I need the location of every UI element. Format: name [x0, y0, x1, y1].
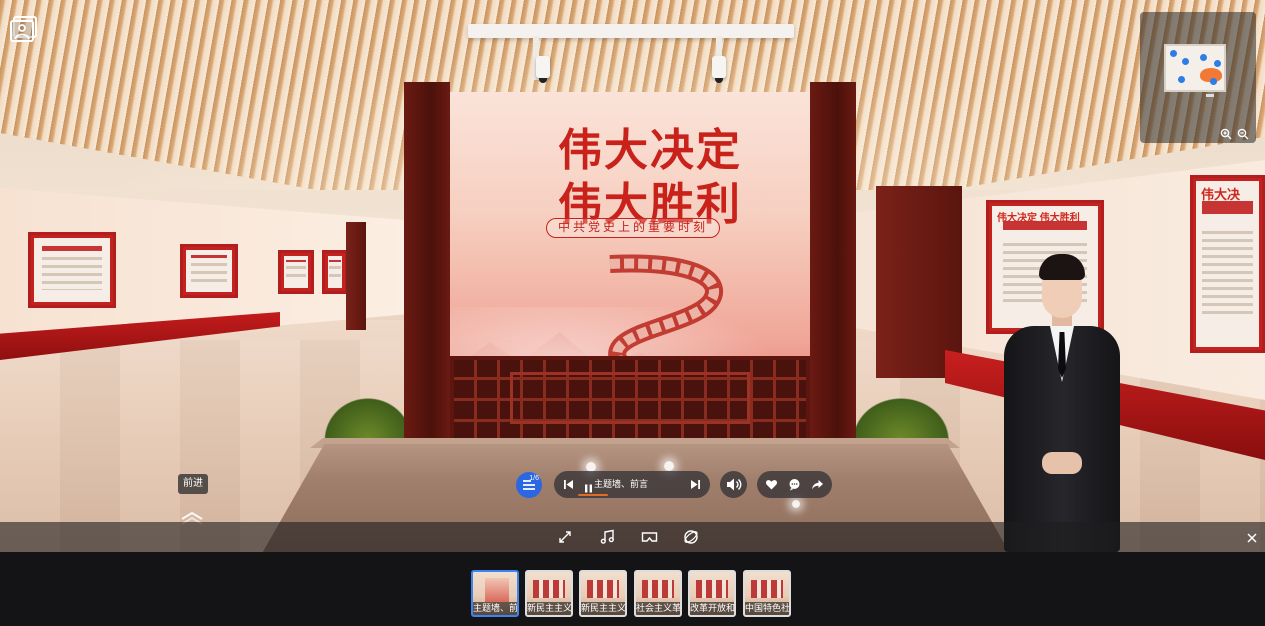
- comment-button[interactable]: [788, 478, 801, 491]
- thumbnail-caption: 新民主主义...: [527, 602, 571, 615]
- skip-forward-icon: [691, 480, 700, 489]
- thumbnail-caption: 主题墙、前言: [473, 602, 517, 615]
- exhibit-panel-title: 伟大决定 伟大胜利: [997, 213, 1080, 224]
- like-button[interactable]: [765, 478, 778, 491]
- thumbnail-caption: 改革开放和...: [690, 602, 734, 615]
- fullscreen-button[interactable]: [558, 530, 572, 544]
- next-track-button[interactable]: [689, 478, 702, 491]
- photo-album-button[interactable]: [8, 12, 40, 44]
- vr-mode-button[interactable]: [641, 530, 658, 544]
- gyroscope-button[interactable]: [683, 529, 699, 545]
- skip-back-icon: [564, 480, 573, 489]
- playlist-counter: 1/6: [529, 475, 539, 482]
- scene-thumbnail[interactable]: 中国特色社...: [743, 570, 791, 617]
- fullscreen-icon: [559, 531, 571, 543]
- vr-glasses-icon: [641, 532, 658, 542]
- scene-thumbnail[interactable]: 改革开放和...: [688, 570, 736, 617]
- bottom-toolbar: [0, 522, 1265, 552]
- wall-frame-right: [810, 82, 856, 444]
- zoom-in-icon[interactable]: [1219, 128, 1233, 142]
- scene-hotspot[interactable]: [792, 500, 800, 508]
- thumbnail-caption: 新民主主义...: [581, 602, 625, 615]
- exhibit-panel-far-right: 伟大决: [1190, 175, 1265, 353]
- panorama-scene[interactable]: 伟大决定 伟大胜利 伟大决 伟大决定 伟大胜利 中共党史上的重要时刻: [0, 0, 1265, 552]
- thumbnail-caption: 社会主义革...: [636, 602, 680, 615]
- pause-button[interactable]: [584, 480, 593, 493]
- close-icon: [1247, 533, 1257, 543]
- minimap-point[interactable]: [1200, 54, 1207, 61]
- scene-hotspot[interactable]: [664, 461, 674, 471]
- red-pillar: [346, 222, 366, 330]
- virtual-presenter: [1002, 254, 1122, 552]
- share-icon: [812, 480, 823, 490]
- gyroscope-icon: [684, 530, 698, 544]
- share-button[interactable]: [811, 478, 824, 491]
- volume-button[interactable]: [720, 471, 747, 498]
- playlist-button[interactable]: 1/6: [516, 472, 542, 498]
- forward-tooltip: 前进: [178, 474, 208, 494]
- close-button[interactable]: [1246, 531, 1258, 543]
- minimap-point[interactable]: [1182, 58, 1189, 65]
- minimap-marker: [1206, 94, 1214, 97]
- scene-thumbnail[interactable]: 新民主主义...: [525, 570, 573, 617]
- spotlight: [712, 56, 726, 83]
- light-track: [468, 24, 794, 38]
- previous-track-button[interactable]: [562, 478, 575, 491]
- photo-album-icon: [10, 16, 37, 42]
- minimap-point[interactable]: [1210, 78, 1217, 85]
- panorama-viewer: 伟大决定 伟大胜利 伟大决 伟大决定 伟大胜利 中共党史上的重要时刻 前进 1/…: [0, 0, 1265, 626]
- poster-subtitle: 中共党史上的重要时刻: [546, 218, 720, 238]
- scene-thumbnail[interactable]: 社会主义革...: [634, 570, 682, 617]
- carved-lattice: [450, 356, 810, 444]
- audio-player[interactable]: 主题墙、前言: [554, 471, 710, 498]
- scene-thumbnail-bar: 主题墙、前言 新民主主义... 新民主主义... 社会主义革... 改革开放和.…: [0, 552, 1265, 626]
- exhibit-panel: [180, 244, 238, 298]
- spotlight: [536, 56, 550, 83]
- speaker-icon: [727, 478, 742, 491]
- minimap-point[interactable]: [1178, 76, 1185, 83]
- floor-plan: [1164, 44, 1226, 92]
- music-button[interactable]: [599, 529, 615, 545]
- minimap[interactable]: [1140, 12, 1256, 143]
- red-pillar: [876, 186, 962, 378]
- heart-icon: [766, 480, 777, 490]
- pause-icon: [585, 484, 592, 493]
- social-actions: [757, 471, 832, 498]
- scene-thumbnail[interactable]: 主题墙、前言: [471, 570, 519, 617]
- wall-frame-left: [404, 82, 450, 444]
- music-icon: [600, 529, 614, 544]
- minimap-point[interactable]: [1214, 60, 1221, 67]
- track-progress[interactable]: [578, 494, 608, 496]
- thumbnail-caption: 中国特色社...: [745, 602, 789, 615]
- exhibit-panel: [322, 250, 348, 294]
- exhibit-panel: [278, 250, 314, 294]
- comment-icon: [789, 479, 800, 491]
- minimap-point[interactable]: [1170, 50, 1177, 57]
- scene-thumbnail[interactable]: 新民主主义...: [579, 570, 627, 617]
- zoom-out-icon[interactable]: [1236, 128, 1250, 142]
- exhibit-panel-title: 伟大决: [1201, 187, 1241, 202]
- exhibit-panel: [28, 232, 116, 308]
